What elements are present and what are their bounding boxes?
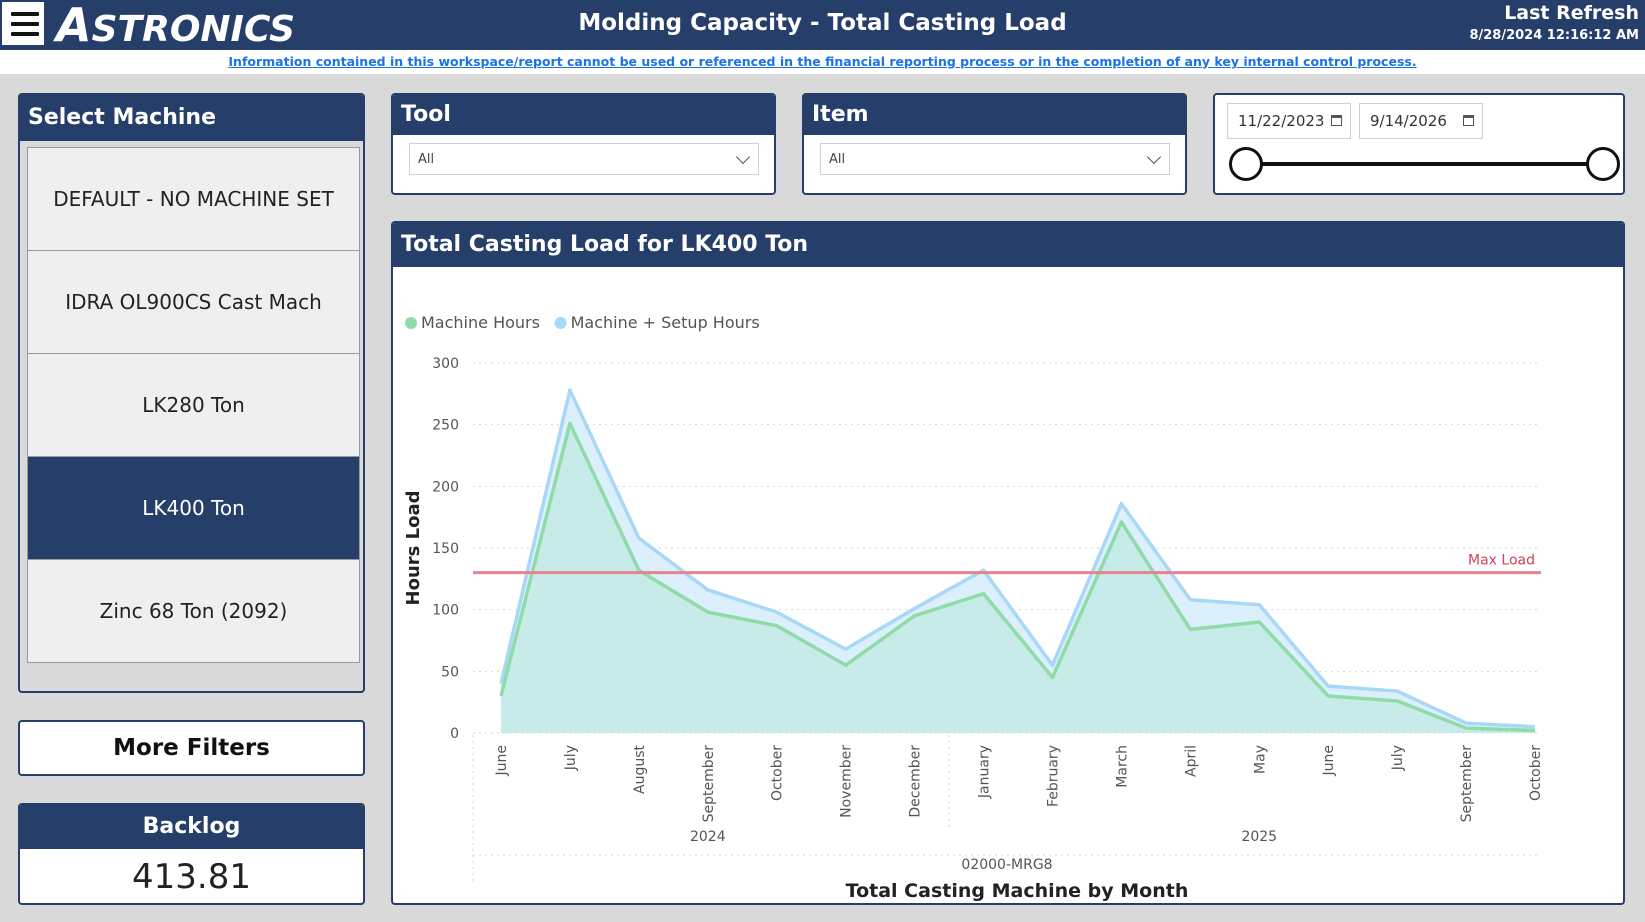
- y-tick-label: 250: [432, 418, 459, 434]
- page-title: Molding Capacity - Total Casting Load: [578, 10, 1067, 36]
- item-filter-panel: Item All: [802, 93, 1187, 195]
- x-tick-label: December: [908, 745, 924, 818]
- x-tick-label: July: [1390, 745, 1406, 771]
- x-tick-label: February: [1045, 745, 1061, 807]
- y-tick-label: 300: [432, 356, 459, 372]
- machine-selector-title: Select Machine: [20, 95, 363, 141]
- more-filters-button[interactable]: More Filters: [18, 720, 365, 776]
- x-tick-label: April: [1183, 745, 1199, 777]
- machine-button-label: Zinc 68 Ton (2092): [99, 599, 288, 623]
- legend-label: Machine + Setup Hours: [571, 313, 760, 332]
- start-date-field[interactable]: 11/22/2023: [1227, 103, 1351, 139]
- machine-button-label: LK400 Ton: [142, 496, 245, 520]
- chevron-down-icon: [735, 149, 751, 165]
- tool-dropdown[interactable]: All: [409, 143, 759, 175]
- machine-button-idra[interactable]: IDRA OL900CS Cast Mach: [27, 250, 360, 354]
- x-tick-label: October: [770, 745, 786, 801]
- tool-filter-panel: Tool All: [391, 93, 776, 195]
- date-slider-start-handle[interactable]: [1229, 147, 1263, 181]
- item-dropdown-value: All: [829, 152, 846, 167]
- machine-button-default[interactable]: DEFAULT - NO MACHINE SET: [27, 147, 360, 251]
- x-tick-label: September: [1459, 745, 1475, 823]
- calendar-icon[interactable]: [1331, 115, 1342, 126]
- date-slider-end-handle[interactable]: [1586, 147, 1620, 181]
- y-tick-label: 50: [441, 664, 459, 680]
- machine-button-label: IDRA OL900CS Cast Mach: [65, 290, 322, 314]
- max-load-label: Max Load: [1468, 553, 1535, 569]
- calendar-icon[interactable]: [1463, 115, 1474, 126]
- machine-button-lk280[interactable]: LK280 Ton: [27, 353, 360, 457]
- top-header: ASTRONICS Molding Capacity - Total Casti…: [0, 0, 1645, 50]
- x-tick-label: September: [701, 745, 717, 823]
- x-tick-label: January: [977, 745, 993, 799]
- start-date-value: 11/22/2023: [1238, 112, 1325, 130]
- casting-load-chart: 0 50 100 150 200 250 300 Machine Hours Machine +…: [403, 313, 1544, 902]
- chart-title: Total Casting Load for LK400 Ton: [393, 223, 1623, 267]
- item-filter-title: Item: [804, 95, 1185, 135]
- x-year-label: 2024: [690, 829, 726, 845]
- last-refresh-time: 8/28/2024 12:16:12 AM: [1469, 28, 1639, 43]
- x-tick-label: August: [632, 744, 648, 794]
- legend-marker: [554, 317, 567, 329]
- y-tick-label: 100: [432, 603, 459, 619]
- x-tick-label: June: [1321, 745, 1337, 777]
- y-tick-label: 0: [450, 726, 459, 742]
- x-tick-label: October: [1528, 745, 1544, 801]
- x-year-label: 2025: [1241, 829, 1277, 845]
- end-date-value: 9/14/2026: [1370, 112, 1447, 130]
- backlog-card: Backlog 413.81: [18, 803, 365, 905]
- machine-button-zinc68[interactable]: Zinc 68 Ton (2092): [27, 559, 360, 663]
- tool-filter-title: Tool: [393, 95, 774, 135]
- x-axis-title: Total Casting Machine by Month: [846, 880, 1189, 902]
- item-dropdown[interactable]: All: [820, 143, 1170, 175]
- x-tick-label: May: [1252, 745, 1268, 774]
- backlog-value: 413.81: [132, 857, 251, 897]
- y-tick-label: 200: [432, 479, 459, 495]
- end-date-field[interactable]: 9/14/2026: [1359, 103, 1483, 139]
- last-refresh-label: Last Refresh: [1504, 2, 1639, 24]
- casting-load-chart-panel: Total Casting Load for LK400 Ton 0 50 100 1…: [391, 221, 1625, 905]
- machine-button-label: LK280 Ton: [142, 393, 245, 417]
- x-tick-label: June: [494, 745, 510, 777]
- x-tick-label: November: [839, 745, 855, 818]
- y-axis-title: Hours Load: [403, 491, 424, 606]
- disclaimer-link[interactable]: Information contained in this workspace/…: [0, 50, 1645, 74]
- date-range-slicer: 11/22/2023 9/14/2026: [1213, 93, 1625, 195]
- chevron-down-icon: [1146, 149, 1162, 165]
- backlog-title: Backlog: [20, 805, 363, 849]
- machine-button-label: DEFAULT - NO MACHINE SET: [53, 187, 334, 211]
- legend-marker: [405, 317, 417, 329]
- date-slider-track[interactable]: [1245, 162, 1600, 166]
- x-tick-label: March: [1114, 745, 1130, 788]
- machine-selector-panel: Select Machine DEFAULT - NO MACHINE SET …: [18, 93, 365, 693]
- x-group-label: 02000-MRG8: [961, 857, 1052, 873]
- machine-button-lk400[interactable]: LK400 Ton: [27, 456, 360, 560]
- tool-dropdown-value: All: [418, 152, 435, 167]
- legend-label: Machine Hours: [421, 313, 540, 332]
- x-tick-label: July: [563, 745, 579, 771]
- y-tick-label: 150: [432, 541, 459, 557]
